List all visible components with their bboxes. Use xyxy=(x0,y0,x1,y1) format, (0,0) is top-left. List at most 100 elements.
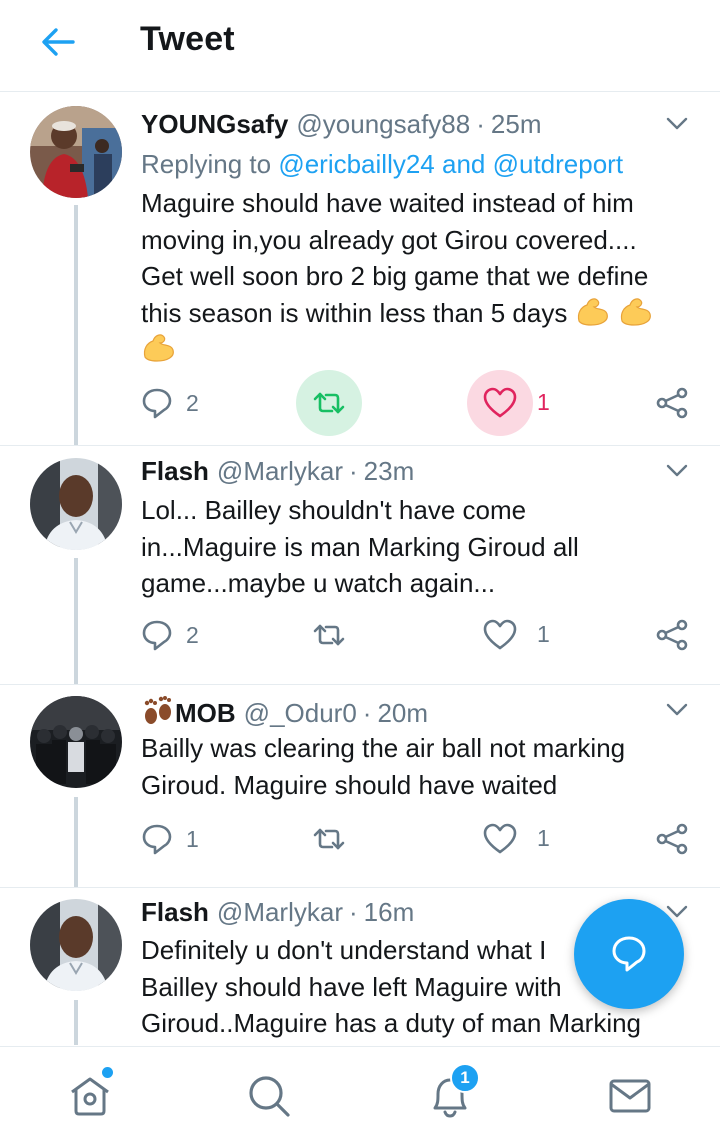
avatar[interactable] xyxy=(30,106,122,198)
tweet-header: YOUNGsafy @youngsafy88 · 25m xyxy=(141,109,541,140)
compose-reply-button[interactable] xyxy=(574,899,684,1009)
tweet-text: Maguire should have waited instead of hi… xyxy=(141,185,696,368)
tweet-text-line: moving in,you already got Girou covered.… xyxy=(141,224,637,255)
like-count: 1 xyxy=(537,621,550,647)
retweet-icon xyxy=(313,392,345,414)
envelope-icon xyxy=(609,1079,651,1113)
tweet-item[interactable]: Flash @Marlykar · 23m Lol... Bailley should… xyxy=(0,446,720,684)
share-icon xyxy=(656,387,688,419)
separator-dot: · xyxy=(476,109,485,139)
retweet-button[interactable] xyxy=(296,370,362,436)
heart-icon xyxy=(483,823,517,854)
tweet-time: 20m xyxy=(377,698,429,728)
bottom-navigation: 1 xyxy=(0,1046,720,1142)
replying-to-mentions[interactable]: @ericbailly24 and @utdreport xyxy=(278,149,623,179)
author-name[interactable]: YOUNGsafy xyxy=(141,109,288,139)
search-icon xyxy=(249,1076,290,1117)
tweet-text-line: Giroud..Maguire has a duty of man Markin… xyxy=(141,1008,642,1038)
like-count: 1 xyxy=(537,389,550,415)
retweet-button[interactable] xyxy=(296,806,362,872)
author-handle[interactable]: @_Odur0 xyxy=(244,698,357,728)
replying-to-label: Replying to xyxy=(141,149,279,179)
tweet-text: Bailly was clearing the air ball not mar… xyxy=(141,730,696,803)
nav-search[interactable] xyxy=(246,1073,292,1119)
retweet-icon xyxy=(313,828,345,850)
share-icon xyxy=(656,823,688,855)
separator-dot: · xyxy=(349,897,358,927)
reply-button[interactable]: 2 xyxy=(140,602,199,668)
tweet-text-line: Bailly was clearing the air ball not mar… xyxy=(141,733,626,763)
avatar-photo xyxy=(30,106,122,198)
tweet-time: 25m xyxy=(490,109,542,139)
tweet-actions: 2 1 xyxy=(0,370,720,436)
top-app-bar: Tweet xyxy=(0,0,720,92)
reply-button[interactable]: 2 xyxy=(140,370,199,436)
replying-to: Replying to @ericbailly24 and @utdreport xyxy=(141,149,623,180)
avatar-photo xyxy=(30,899,122,991)
nav-messages[interactable] xyxy=(607,1073,653,1119)
chevron-down-icon[interactable] xyxy=(664,697,690,723)
tweet-header: Flash @Marlykar · 23m xyxy=(141,456,414,487)
home-icon xyxy=(71,1077,109,1116)
tweet-text-line: in...Maguire is man Marking Giroud all xyxy=(141,531,579,562)
author-handle[interactable]: @Marlykar xyxy=(217,456,343,486)
like-button[interactable] xyxy=(467,602,533,668)
avatar-photo xyxy=(30,696,122,788)
tweet-header: Flash @Marlykar · 16m xyxy=(141,897,414,928)
reply-button[interactable]: 1 xyxy=(140,806,199,872)
separator-dot: · xyxy=(362,698,372,728)
reply-icon xyxy=(142,388,172,419)
tweet-actions: 2 1 xyxy=(0,602,720,668)
tweet-actions: 1 1 xyxy=(0,806,720,872)
flexed-biceps-emoji xyxy=(620,297,651,326)
arrow-left-icon xyxy=(42,28,75,56)
like-button[interactable] xyxy=(467,806,533,872)
thread-connector xyxy=(74,1000,78,1045)
tweet-item[interactable]: MOB @_Odur0 · 20m Bailly was clearing the a… xyxy=(0,685,720,887)
author-handle[interactable]: @Marlykar xyxy=(217,897,343,927)
heart-icon xyxy=(483,387,517,418)
notification-badge: 1 xyxy=(450,1063,480,1093)
nav-home[interactable] xyxy=(67,1073,113,1119)
tweet-text-line: Maguire should have waited instead of hi… xyxy=(141,188,634,218)
author-name[interactable]: Flash xyxy=(141,897,209,927)
avatar[interactable] xyxy=(30,899,122,991)
heart-icon xyxy=(483,619,517,650)
footprints-emoji xyxy=(144,696,171,724)
like-button[interactable] xyxy=(467,370,533,436)
like-count: 1 xyxy=(537,825,550,851)
tweet-time: 16m xyxy=(363,897,415,927)
tweet-text-line: this season is within less than 5 days xyxy=(141,295,696,332)
tweet-item[interactable]: YOUNGsafy @youngsafy88 · 25m Replying to @e… xyxy=(0,93,720,445)
avatar[interactable] xyxy=(30,696,122,788)
tweet-text-line: Giroud. Maguire should have waited xyxy=(141,769,558,800)
tweet-text-line: game...maybe u watch again... xyxy=(141,568,496,598)
tweet-time: 23m xyxy=(363,456,415,486)
speech-bubble-icon xyxy=(612,936,646,972)
author-handle[interactable]: @youngsafy88 xyxy=(296,109,470,139)
avatar[interactable] xyxy=(30,458,122,550)
author-name[interactable]: MOB xyxy=(175,698,236,728)
retweet-icon xyxy=(313,624,345,646)
page-title: Tweet xyxy=(140,20,235,58)
chevron-down-icon[interactable] xyxy=(664,111,690,137)
avatar-photo xyxy=(30,458,122,550)
new-content-dot xyxy=(102,1067,113,1078)
flexed-biceps-emoji xyxy=(577,297,608,326)
author-name[interactable]: Flash xyxy=(141,456,209,486)
tweet-text-line xyxy=(141,331,696,368)
tweet-text-line: Get well soon bro 2 big game that we def… xyxy=(141,261,649,291)
share-button[interactable] xyxy=(655,806,689,872)
tweet-text: Lol... Bailley shouldn't have come in...… xyxy=(141,492,696,602)
chevron-down-icon[interactable] xyxy=(664,458,690,484)
flexed-biceps-emoji xyxy=(143,334,174,362)
reply-icon xyxy=(142,824,172,855)
tweet-header: MOB @_Odur0 · 20m xyxy=(141,696,428,729)
share-button[interactable] xyxy=(655,602,689,668)
retweet-button[interactable] xyxy=(296,602,362,668)
tweet-text-line-content: this season is within less than 5 days xyxy=(141,297,568,328)
separator-dot: · xyxy=(349,456,358,486)
share-button[interactable] xyxy=(655,370,689,436)
reply-count: 2 xyxy=(186,389,199,416)
back-button[interactable] xyxy=(38,24,78,60)
